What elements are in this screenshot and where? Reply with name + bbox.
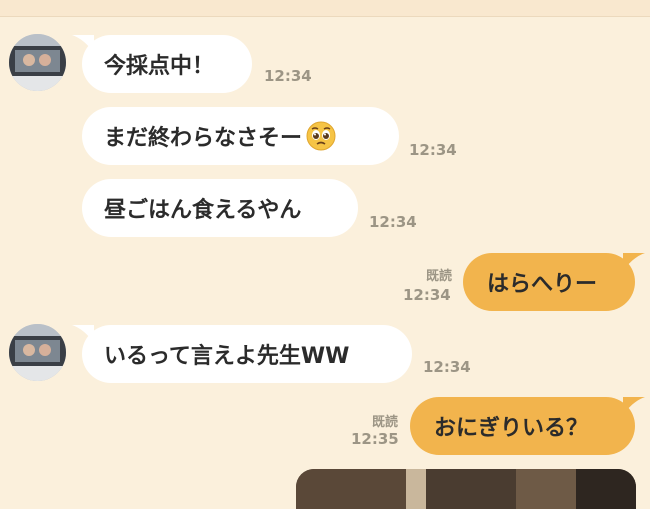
- read-receipt: 既読: [425, 269, 452, 284]
- bubble-tail: [72, 325, 94, 343]
- message-bubble[interactable]: いるって言えよ先生WW: [72, 325, 412, 383]
- bubble-tail: [72, 35, 94, 53]
- message-timestamp: 12:35: [351, 430, 399, 448]
- message-text: 昼ごはん食えるやん: [104, 198, 302, 223]
- message-bubble[interactable]: はらへりー: [463, 253, 645, 311]
- message-bubble[interactable]: まだ終わらなさそー: [82, 107, 399, 165]
- message-text: おにぎりいる？: [434, 416, 589, 441]
- avatar[interactable]: [9, 34, 66, 91]
- message-timestamp: 12:34: [409, 141, 457, 159]
- read-receipt: 既読: [371, 415, 398, 430]
- pleading-face-icon: [306, 121, 336, 151]
- message-timestamp: 12:34: [369, 213, 417, 231]
- message-text: はらへりー: [487, 272, 598, 297]
- message-text: まだ終わらなさそー: [104, 126, 303, 151]
- message-bubble[interactable]: おにぎりいる？: [410, 397, 645, 455]
- avatar[interactable]: [9, 324, 66, 381]
- message-timestamp: 12:34: [264, 67, 312, 85]
- message-timestamp: 12:34: [403, 286, 451, 304]
- message-bubble[interactable]: 今採点中！: [72, 35, 252, 93]
- top-bar: [0, 0, 650, 17]
- bubble-tail: [623, 397, 645, 415]
- message-timestamp: 12:34: [423, 358, 471, 376]
- bubble-tail: [623, 253, 645, 271]
- photo-message[interactable]: [296, 469, 636, 509]
- message-text: 今採点中！: [104, 54, 215, 79]
- message-bubble[interactable]: 昼ごはん食えるやん: [82, 179, 358, 237]
- message-text: いるって言えよ先生WW: [104, 344, 350, 369]
